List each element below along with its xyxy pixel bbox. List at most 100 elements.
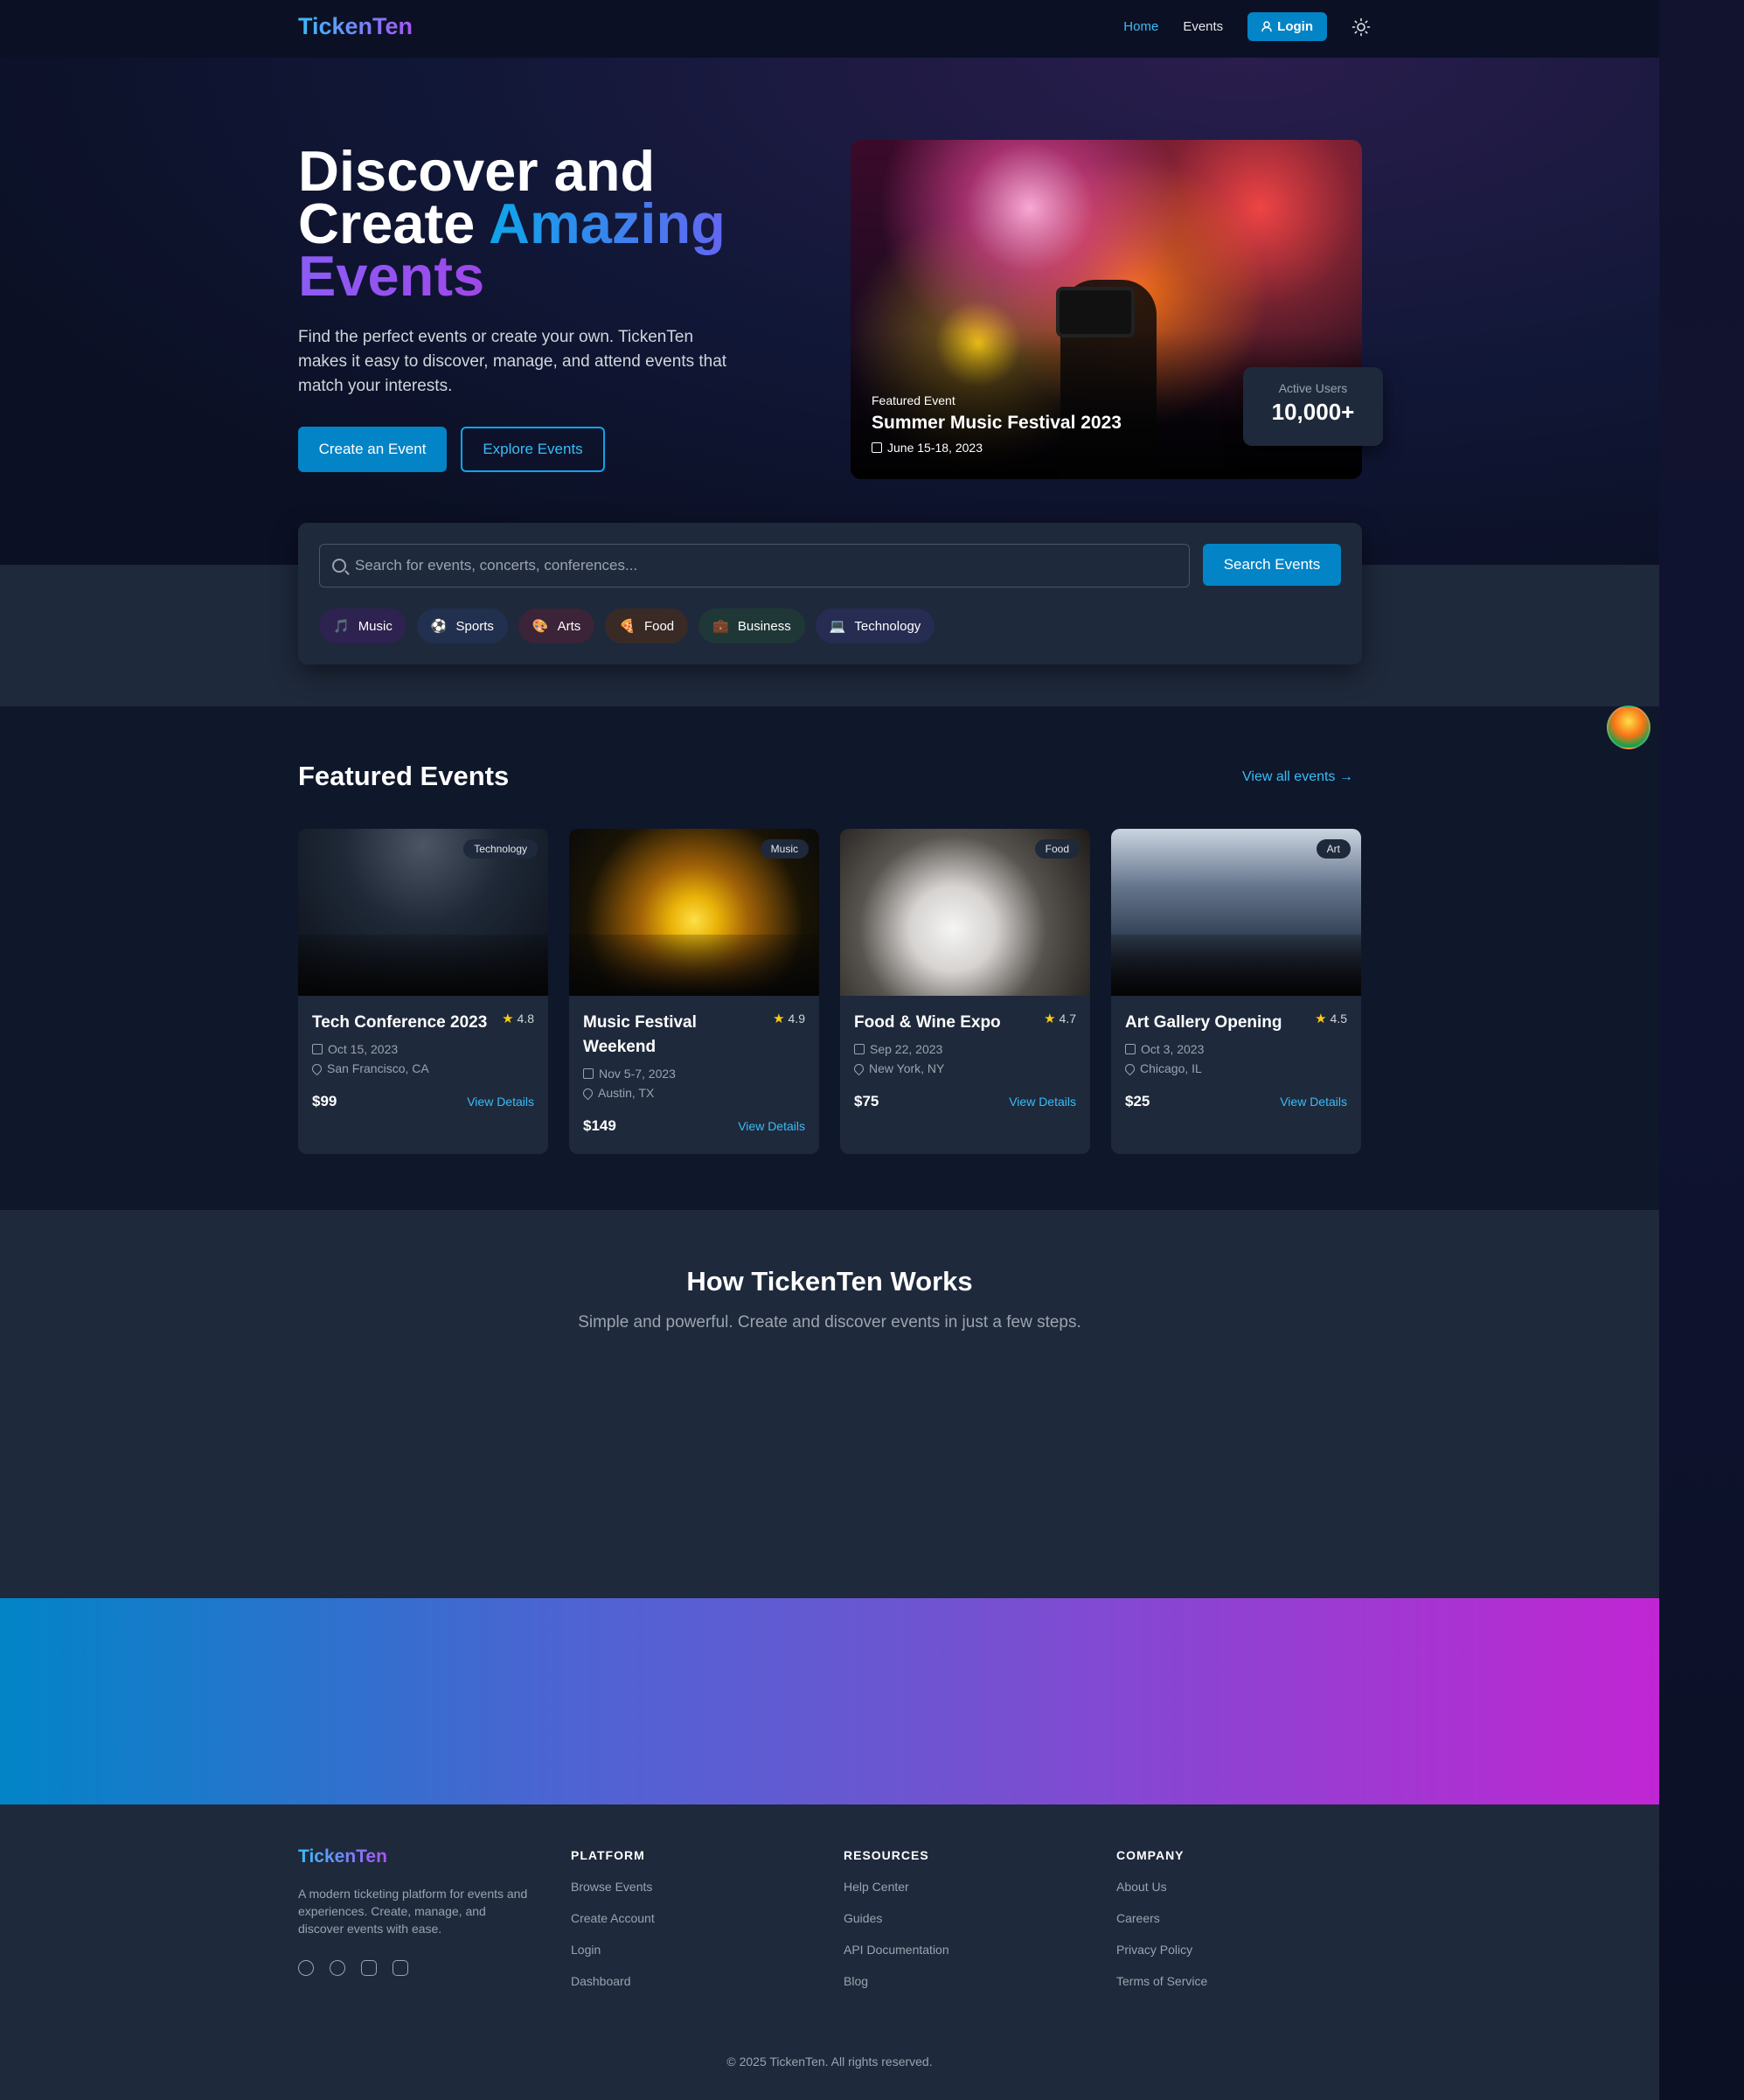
active-users-label: Active Users <box>1278 381 1348 395</box>
footer-link[interactable]: Browse Events <box>571 1880 655 1894</box>
footer-link[interactable]: Help Center <box>844 1880 949 1894</box>
event-price: $149 <box>583 1117 616 1134</box>
map-pin-icon <box>1122 1061 1137 1075</box>
event-card[interactable]: Food Food & Wine Expo ★ 4.7 Sep 22, 2023 … <box>840 829 1090 1154</box>
soccer-ball-icon: ⚽ <box>430 619 448 634</box>
event-title: Music Festival Weekend <box>583 1013 697 1056</box>
rating-value: 4.9 <box>788 1012 805 1026</box>
event-rating: ★ 4.7 <box>1044 1011 1076 1026</box>
event-date: Nov 5-7, 2023 <box>583 1067 805 1081</box>
category-badge: Music <box>760 839 809 859</box>
event-date-text: Sep 22, 2023 <box>870 1042 943 1056</box>
search-input[interactable]: Search for events, concerts, conferences… <box>319 544 1190 588</box>
calendar-icon <box>312 1044 323 1054</box>
chip-music[interactable]: 🎵 Music <box>319 608 406 643</box>
footer-column-platform: PLATFORM Browse Events Create Account Lo… <box>571 1848 655 1988</box>
chip-technology[interactable]: 💻 Technology <box>815 608 935 643</box>
map-pin-icon <box>580 1086 595 1100</box>
event-title: Art Gallery Opening <box>1125 1013 1282 1032</box>
star-icon: ★ <box>1044 1012 1056 1026</box>
hero-title-line2: Create Amazing <box>298 195 788 252</box>
footer-column-title: COMPANY <box>1116 1848 1185 1862</box>
event-cards: Technology Tech Conference 2023 ★ 4.8 Oct… <box>298 829 1361 1154</box>
featured-event-name: Summer Music Festival 2023 <box>872 413 1122 433</box>
event-card-body: Tech Conference 2023 ★ 4.8 Oct 15, 2023 S… <box>309 1011 534 1110</box>
main-nav: Home Events Login <box>1123 12 1371 41</box>
price-row: $75 View Details <box>854 1093 1076 1110</box>
hero-description: Find the perfect events or create your o… <box>298 328 727 395</box>
create-event-button[interactable]: Create an Event <box>298 427 447 472</box>
event-location: Chicago, IL <box>1122 1061 1347 1075</box>
footer-column-title: PLATFORM <box>571 1848 645 1862</box>
nav-home[interactable]: Home <box>1123 19 1158 34</box>
rating-value: 4.7 <box>1059 1012 1076 1026</box>
view-details-link[interactable]: View Details <box>738 1119 805 1133</box>
event-card[interactable]: Technology Tech Conference 2023 ★ 4.8 Oct… <box>298 829 548 1154</box>
event-price: $75 <box>854 1093 879 1109</box>
login-label: Login <box>1277 19 1313 34</box>
gradient-banner <box>0 1598 1659 1804</box>
login-button[interactable]: Login <box>1247 12 1327 41</box>
view-details-link[interactable]: View Details <box>467 1095 534 1109</box>
github-icon[interactable] <box>298 1960 314 1976</box>
how-it-works-title: How TickenTen Works <box>686 1266 973 1297</box>
footer-link[interactable]: Blog <box>844 1974 949 1988</box>
instagram-icon[interactable] <box>361 1960 377 1976</box>
event-location-text: Chicago, IL <box>1140 1061 1202 1075</box>
explore-events-button[interactable]: Explore Events <box>461 427 605 472</box>
search-events-button[interactable]: Search Events <box>1203 544 1341 586</box>
image-overlay <box>1111 935 1361 996</box>
category-badge: Art <box>1316 839 1351 859</box>
footer-link[interactable]: About Us <box>1116 1880 1207 1894</box>
footer-link[interactable]: API Documentation <box>844 1943 949 1957</box>
event-date-text: Oct 15, 2023 <box>328 1042 399 1056</box>
event-image: Music <box>569 829 819 996</box>
event-card[interactable]: Art Art Gallery Opening ★ 4.5 Oct 3, 2023… <box>1111 829 1361 1154</box>
event-card[interactable]: Music Music Festival Weekend ★ 4.9 Nov 5-… <box>569 829 819 1154</box>
twitter-icon[interactable] <box>330 1960 345 1976</box>
footer-logo[interactable]: TickenTen <box>298 1846 387 1867</box>
footer-link[interactable]: Login <box>571 1943 655 1957</box>
hero-title: Discover and Create Amazing Events <box>298 143 788 304</box>
rating-value: 4.8 <box>517 1012 534 1026</box>
view-details-link[interactable]: View Details <box>1009 1095 1076 1109</box>
sun-icon[interactable] <box>1351 17 1371 37</box>
map-pin-icon <box>309 1061 324 1075</box>
event-location-text: San Francisco, CA <box>327 1061 429 1075</box>
calendar-icon <box>854 1044 865 1054</box>
event-image: Technology <box>298 829 548 996</box>
footer-link[interactable]: Guides <box>844 1911 949 1925</box>
event-date: Oct 15, 2023 <box>312 1042 534 1056</box>
copyright: © 2025 TickenTen. All rights reserved. <box>726 2055 933 2069</box>
chip-label: Technology <box>854 618 921 634</box>
briefcase-icon: 💼 <box>712 619 729 634</box>
footer-link[interactable]: Terms of Service <box>1116 1974 1207 1988</box>
footer-link[interactable]: Careers <box>1116 1911 1207 1925</box>
facebook-icon[interactable] <box>393 1960 408 1976</box>
event-date: Oct 3, 2023 <box>1125 1042 1347 1056</box>
event-card-body: Music Festival Weekend ★ 4.9 Nov 5-7, 202… <box>580 1011 805 1135</box>
rating-value: 4.5 <box>1330 1012 1347 1026</box>
footer-link[interactable]: Create Account <box>571 1911 655 1925</box>
event-price: $99 <box>312 1093 337 1109</box>
star-icon: ★ <box>502 1012 514 1026</box>
event-price: $25 <box>1125 1093 1150 1109</box>
floating-avatar[interactable] <box>1607 706 1650 749</box>
footer-link[interactable]: Privacy Policy <box>1116 1943 1207 1957</box>
site-logo[interactable]: TickenTen <box>298 13 413 40</box>
event-location: Austin, TX <box>580 1086 805 1100</box>
view-details-link[interactable]: View Details <box>1280 1095 1347 1109</box>
music-icon: 🎵 <box>333 619 350 634</box>
footer-link[interactable]: Dashboard <box>571 1974 655 1988</box>
image-overlay <box>298 935 548 996</box>
event-card-body: Art Gallery Opening ★ 4.5 Oct 3, 2023 Chi… <box>1122 1011 1347 1110</box>
pizza-icon: 🍕 <box>619 619 636 634</box>
category-badge: Technology <box>463 839 538 859</box>
image-overlay <box>569 935 819 996</box>
nav-events[interactable]: Events <box>1183 19 1223 34</box>
chip-food[interactable]: 🍕 Food <box>605 608 689 643</box>
chip-arts[interactable]: 🎨 Arts <box>518 608 595 643</box>
chip-business[interactable]: 💼 Business <box>698 608 805 643</box>
chip-sports[interactable]: ⚽ Sports <box>416 608 508 643</box>
view-all-events-link[interactable]: View all events → <box>1242 769 1353 785</box>
